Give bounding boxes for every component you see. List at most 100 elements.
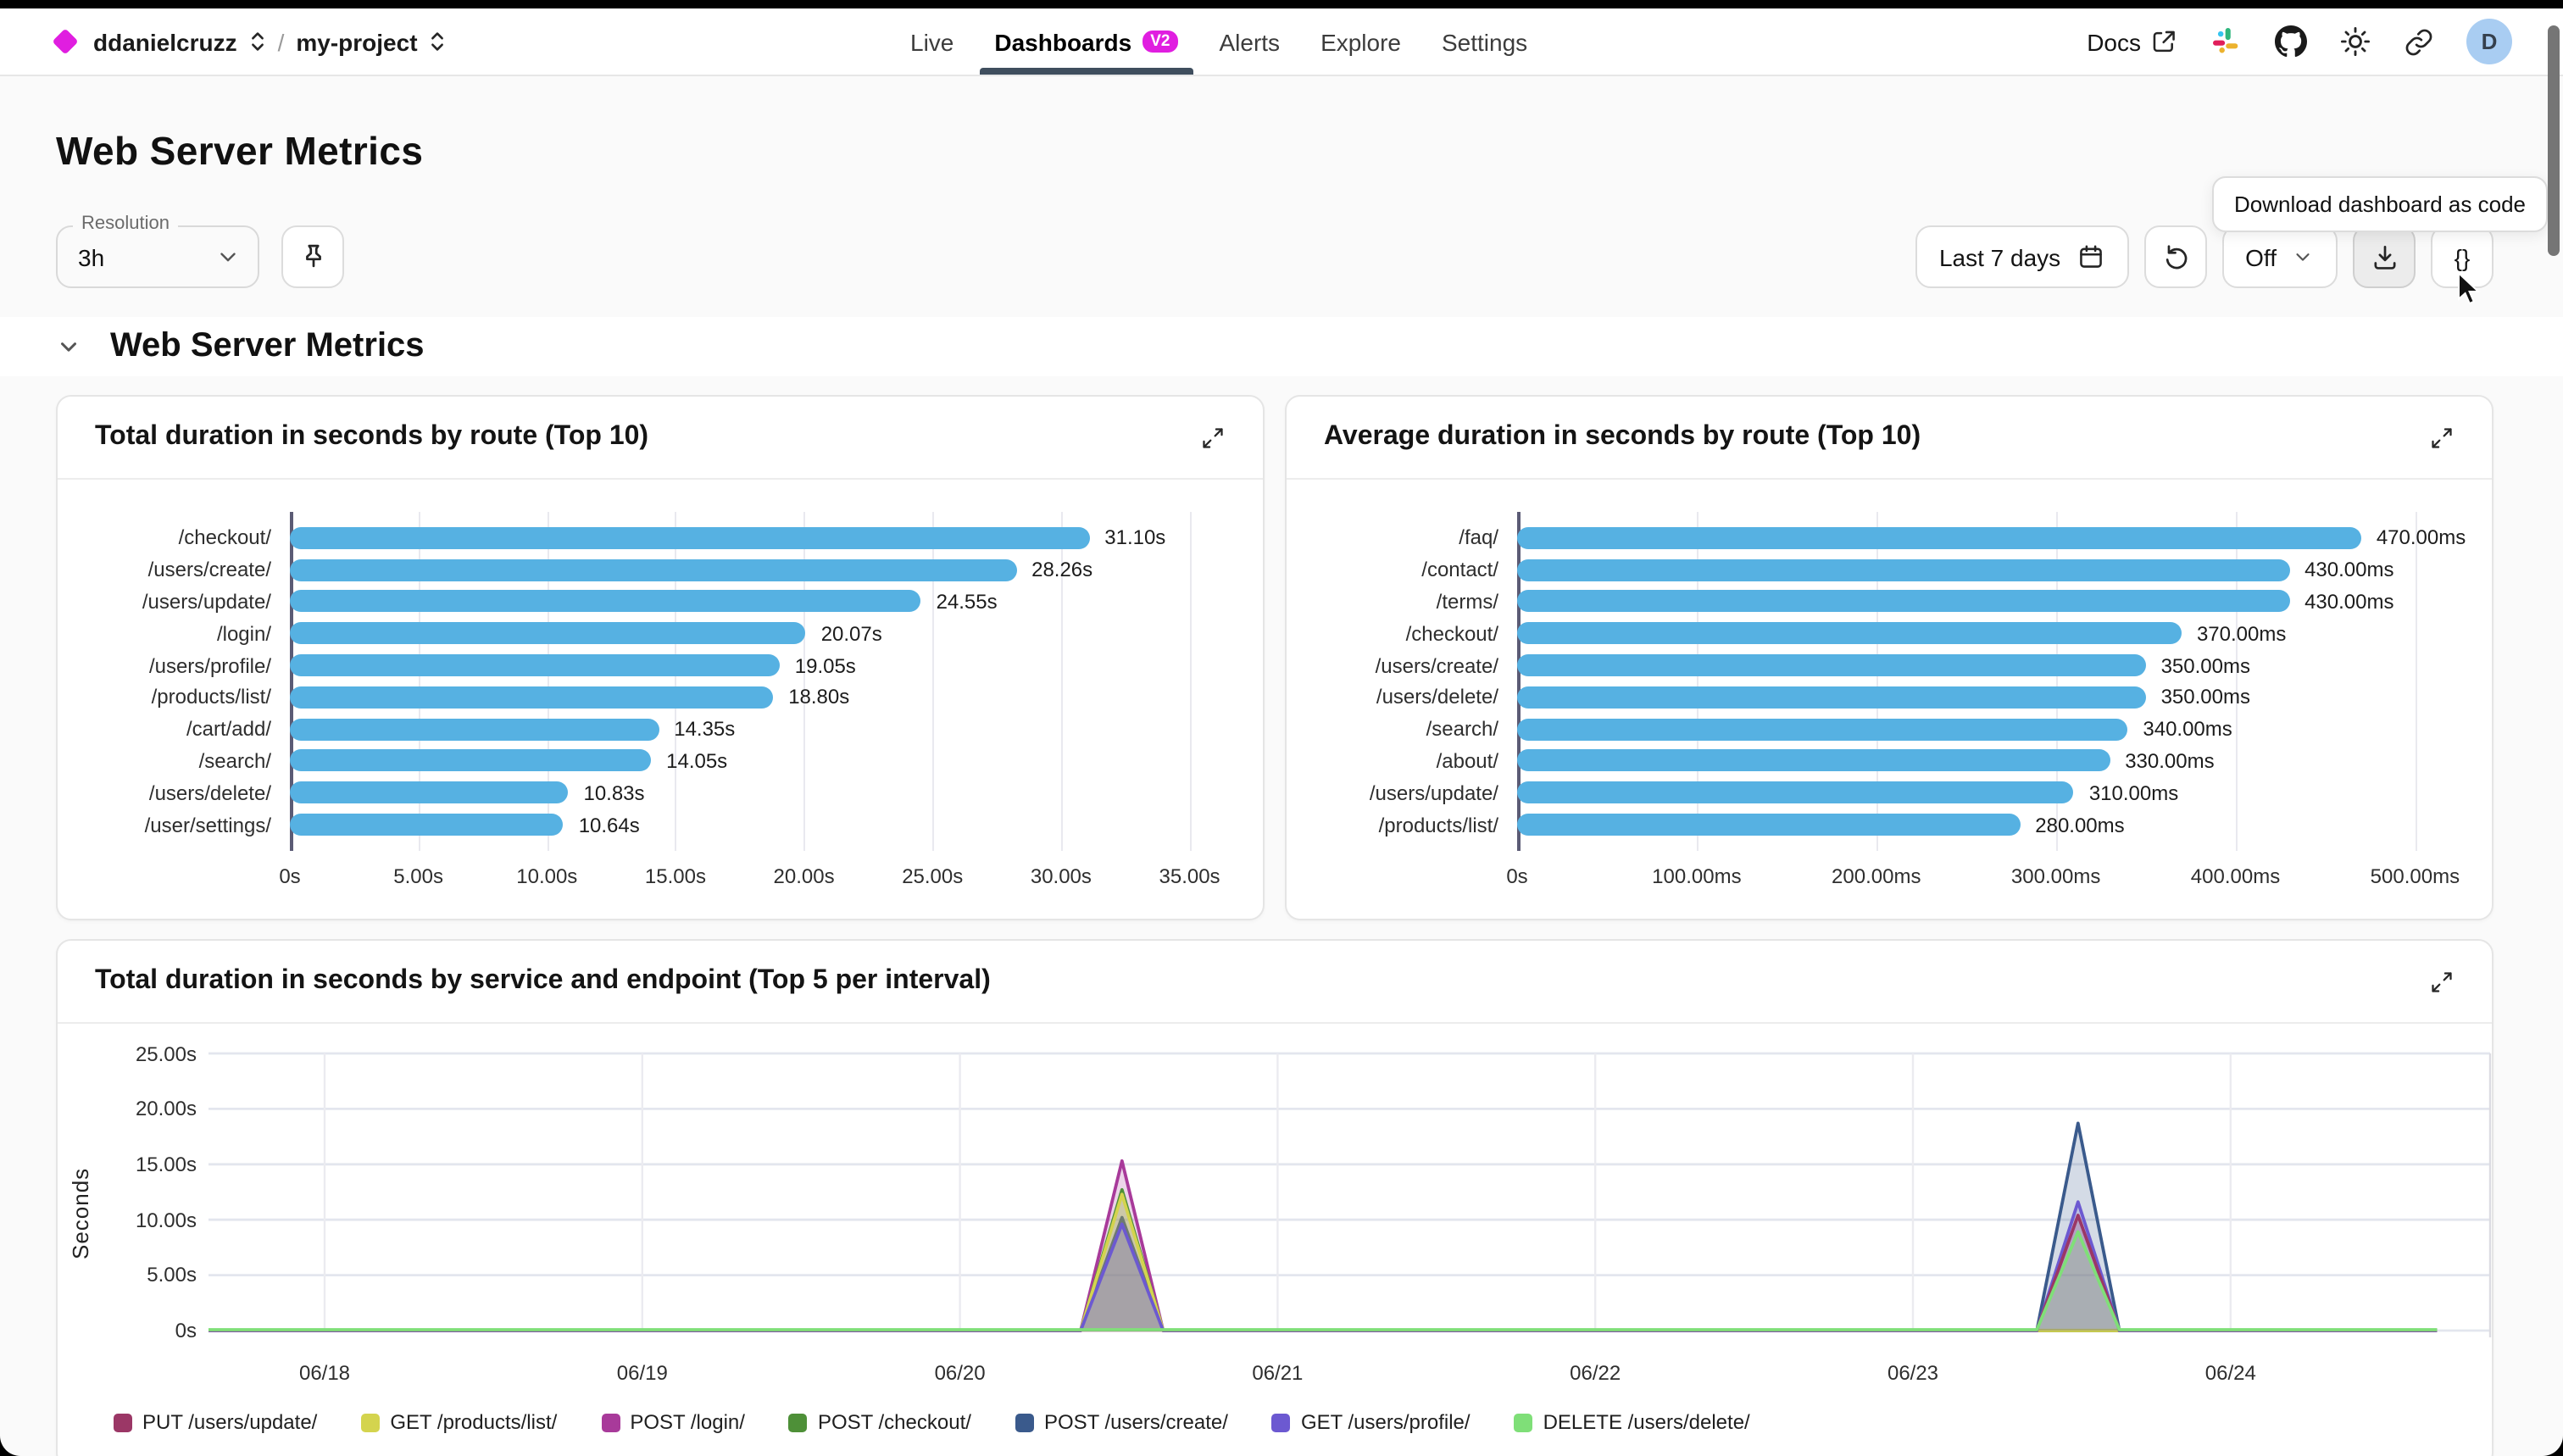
slack-icon[interactable]: [2210, 25, 2243, 58]
bar[interactable]: [290, 527, 1089, 549]
bar[interactable]: [1517, 814, 2020, 836]
legend-item[interactable]: POST /users/create/: [1015, 1410, 1228, 1434]
section-collapse-chevron-icon[interactable]: [56, 334, 81, 359]
controls-right: Last 7 days Off {}: [1915, 225, 2494, 288]
github-icon[interactable]: [2275, 25, 2307, 58]
panels-row: Total duration in seconds by route (Top …: [56, 395, 2494, 920]
expand-icon[interactable]: [1200, 425, 1226, 450]
bar-track: 340.00ms: [1517, 717, 2455, 741]
x-tick-label: 06/23: [1845, 1361, 1981, 1385]
bar-row: /faq/470.00ms: [1324, 522, 2455, 554]
bar-value-label: 430.00ms: [2304, 558, 2393, 581]
x-tick-label: 15.00s: [645, 864, 706, 888]
panel-duration-by-service-endpoint: Total duration in seconds by service and…: [56, 939, 2494, 1456]
bar-chart-plot: /faq/470.00ms/contact/430.00ms/terms/430…: [1324, 522, 2455, 841]
docs-link[interactable]: Docs: [2087, 27, 2178, 56]
bar[interactable]: [1517, 750, 2110, 772]
download-dashboard-button[interactable]: [2353, 225, 2416, 288]
bar-category-label: /users/create/: [1324, 653, 1517, 677]
bar[interactable]: [290, 591, 921, 613]
panel-title: Average duration in seconds by route (To…: [1324, 422, 1921, 453]
breadcrumb-project[interactable]: my-project: [296, 28, 417, 55]
bar[interactable]: [290, 750, 651, 772]
bar[interactable]: [1517, 718, 2127, 740]
time-range-button[interactable]: Last 7 days: [1915, 225, 2128, 288]
pin-resolution-button[interactable]: [281, 225, 344, 288]
bar-value-label: 330.00ms: [2125, 749, 2214, 773]
bar[interactable]: [290, 814, 564, 836]
scrollbar-thumb[interactable]: [2548, 25, 2560, 256]
legend-item[interactable]: GET /users/profile/: [1272, 1410, 1471, 1434]
x-tick-label: 300.00ms: [2011, 864, 2100, 888]
tab-label: Alerts: [1219, 28, 1280, 55]
brand-logo-icon[interactable]: [52, 28, 78, 54]
breadcrumb-org[interactable]: ddanielcruzz: [93, 28, 237, 55]
legend-item[interactable]: GET /products/list/: [361, 1410, 557, 1434]
bar[interactable]: [1517, 623, 2182, 645]
bar-row: /about/330.00ms: [1324, 745, 2455, 777]
bar[interactable]: [290, 686, 773, 709]
bar-track: 18.80s: [290, 686, 1226, 709]
section-header[interactable]: Web Server Metrics: [0, 317, 2563, 376]
legend-item[interactable]: POST /login/: [601, 1410, 745, 1434]
legend-label: GET /users/profile/: [1301, 1410, 1471, 1434]
x-tick-label: 06/24: [2163, 1361, 2299, 1385]
copy-link-icon[interactable]: [2404, 26, 2434, 57]
org-switcher-icon[interactable]: [249, 29, 266, 54]
bar-row: /user/settings/10.64s: [95, 809, 1226, 841]
expand-icon[interactable]: [2429, 425, 2455, 450]
expand-icon[interactable]: [2429, 969, 2455, 994]
bar[interactable]: [290, 782, 568, 804]
bar[interactable]: [290, 654, 780, 676]
tab-dashboards[interactable]: DashboardsV2: [994, 8, 1178, 75]
refresh-button[interactable]: [2143, 225, 2206, 288]
user-avatar[interactable]: D: [2466, 19, 2512, 64]
resolution-select[interactable]: Resolution 3h: [56, 225, 259, 288]
bar[interactable]: [1517, 527, 2361, 549]
bar[interactable]: [1517, 686, 2146, 709]
legend-swatch: [789, 1413, 808, 1431]
bar-row: /products/list/280.00ms: [1324, 809, 2455, 841]
bar-category-label: /search/: [95, 749, 290, 773]
auto-refresh-value: Off: [2245, 243, 2277, 270]
time-range-value: Last 7 days: [1939, 243, 2060, 270]
bar-rows: /faq/470.00ms/contact/430.00ms/terms/430…: [1324, 522, 2455, 841]
bar[interactable]: [290, 559, 1016, 581]
bar-track: 430.00ms: [1517, 590, 2455, 614]
legend-swatch: [601, 1413, 620, 1431]
theme-toggle-sun-icon[interactable]: [2339, 25, 2371, 58]
x-tick-label: 200.00ms: [1832, 864, 1921, 888]
bar-value-label: 370.00ms: [2197, 622, 2286, 646]
external-link-icon: [2149, 27, 2178, 56]
bar-track: 14.35s: [290, 717, 1226, 741]
x-tick-label: 06/21: [1209, 1361, 1345, 1385]
bar-value-label: 10.64s: [579, 813, 640, 836]
panel-average-duration-by-route: Average duration in seconds by route (To…: [1285, 395, 2494, 920]
bar[interactable]: [290, 718, 659, 740]
bar[interactable]: [1517, 654, 2146, 676]
dashboard-controls: Resolution 3h Last 7 days: [56, 225, 2494, 288]
bar-track: 10.64s: [290, 813, 1226, 836]
bar-track: 280.00ms: [1517, 813, 2455, 836]
tab-live[interactable]: Live: [910, 8, 953, 75]
tab-settings[interactable]: Settings: [1442, 8, 1527, 75]
legend-item[interactable]: POST /checkout/: [789, 1410, 971, 1434]
bar[interactable]: [1517, 782, 2074, 804]
legend-item[interactable]: DELETE /users/delete/: [1515, 1410, 1750, 1434]
project-switcher-icon[interactable]: [430, 29, 447, 54]
x-tick-label: 10.00s: [516, 864, 577, 888]
bar-track: 14.05s: [290, 749, 1226, 773]
bar-row: /checkout/370.00ms: [1324, 618, 2455, 650]
tab-explore[interactable]: Explore: [1320, 8, 1401, 75]
legend-item[interactable]: PUT /users/update/: [114, 1410, 317, 1434]
bar-row: /users/create/350.00ms: [1324, 649, 2455, 681]
x-axis-ticks: 0s100.00ms200.00ms300.00ms400.00ms500.00…: [1517, 864, 2455, 892]
auto-refresh-select[interactable]: Off: [2221, 225, 2338, 288]
resolution-value: 3h: [78, 243, 104, 270]
bar[interactable]: [290, 623, 806, 645]
app-window: ddanielcruzz / my-project LiveDashboards…: [0, 0, 2563, 1456]
bar[interactable]: [1517, 591, 2289, 613]
y-tick-label: 0s: [175, 1319, 197, 1342]
bar[interactable]: [1517, 559, 2289, 581]
tab-alerts[interactable]: Alerts: [1219, 8, 1280, 75]
